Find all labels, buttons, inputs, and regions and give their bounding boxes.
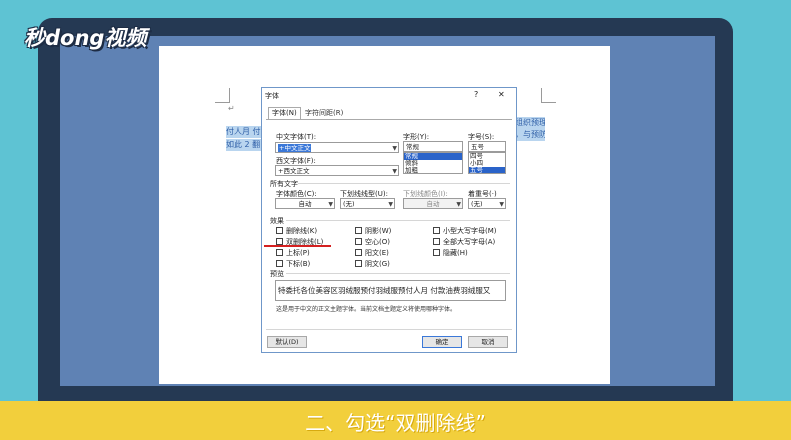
emphasis-value: (无)	[471, 200, 483, 208]
chinese-font-value: +中文正文	[278, 144, 312, 152]
superscript-checkbox[interactable]	[276, 249, 283, 256]
underline-type-select[interactable]: (无) ▼	[340, 198, 395, 209]
font-color-value: 自动	[298, 200, 312, 208]
preview-box: 特委托各位美容区羽绒服预付羽绒服预付人月 付款油费羽绒服又	[275, 280, 506, 301]
divider	[266, 329, 512, 330]
close-icon[interactable]: ✕	[498, 90, 505, 99]
outline-checkbox[interactable]	[355, 238, 362, 245]
superscript-label: 上标(P)	[286, 249, 310, 257]
effects-heading: 效果	[270, 217, 284, 225]
emboss-label: 阳文(E)	[365, 249, 389, 257]
chevron-down-icon: ▼	[499, 201, 504, 208]
ok-button[interactable]: 确定	[422, 336, 462, 348]
chevron-down-icon: ▼	[392, 168, 397, 175]
underline-color-value: 自动	[426, 200, 440, 208]
all-caps-label: 全部大写字母(A)	[443, 238, 496, 246]
chinese-font-select[interactable]: +中文正文 ▼	[275, 142, 399, 153]
chevron-down-icon: ▼	[388, 201, 393, 208]
style-input[interactable]: 常规	[403, 141, 463, 152]
underline-color-select: 自动 ▼	[403, 198, 463, 209]
chevron-down-icon: ▼	[328, 201, 333, 208]
caption-text: 二、勾选“双删除线”	[305, 411, 486, 435]
brand-logo: 秒dong视频	[24, 26, 147, 50]
style-option[interactable]: 加粗	[404, 167, 462, 174]
western-font-value: +西文正文	[278, 167, 310, 175]
tab-character-spacing[interactable]: 字符间距(R)	[302, 108, 346, 118]
tab-font[interactable]: 字体(N)	[268, 107, 301, 119]
double-strikethrough-checkbox[interactable]	[276, 238, 283, 245]
strikethrough-checkbox[interactable]	[276, 227, 283, 234]
tab-divider	[266, 119, 512, 120]
preview-heading: 预览	[270, 270, 284, 278]
emphasis-select[interactable]: (无) ▼	[468, 198, 506, 209]
preview-note: 这是用于中文的正文主题字体。当前文档主题定义将使用哪种字体。	[276, 306, 457, 313]
underline-type-value: (无)	[343, 200, 355, 208]
dialog-title: 字体	[265, 92, 279, 100]
emboss-checkbox[interactable]	[355, 249, 362, 256]
size-input[interactable]: 五号	[468, 141, 506, 152]
style-list[interactable]: 常规 倾斜 加粗	[403, 152, 463, 174]
strikethrough-label: 删除线(K)	[286, 227, 318, 235]
size-option-selected[interactable]: 五号	[469, 167, 505, 173]
hidden-label: 隐藏(H)	[443, 249, 468, 257]
all-text-heading: 所有文字	[270, 180, 298, 188]
subscript-label: 下标(B)	[286, 260, 311, 268]
chevron-down-icon: ▼	[456, 201, 461, 208]
chevron-down-icon: ▼	[392, 145, 397, 152]
engrave-label: 阴文(G)	[365, 260, 390, 268]
selected-text-right-2: ，与预防	[515, 129, 545, 141]
help-button[interactable]: ?	[474, 90, 478, 99]
outline-label: 空心(O)	[365, 238, 390, 246]
paragraph-mark: ↵	[228, 104, 235, 113]
engrave-checkbox[interactable]	[355, 260, 362, 267]
shadow-checkbox[interactable]	[355, 227, 362, 234]
size-list[interactable]: 四号 小四 五号	[468, 152, 506, 174]
default-button[interactable]: 默认(D)	[267, 336, 307, 348]
cancel-button[interactable]: 取消	[468, 336, 508, 348]
chinese-font-label: 中文字体(T):	[276, 133, 317, 141]
font-dialog: 字体 ? ✕ 字体(N) 字符间距(R) 中文字体(T): +中文正文 ▼ 西文字…	[261, 87, 517, 353]
crop-mark-top-left	[215, 88, 230, 103]
selected-text-left-2: 如此 2 翻	[226, 139, 262, 151]
selected-text-left-1: 付人月 付	[226, 126, 262, 138]
divider	[298, 183, 510, 184]
shadow-label: 阴影(W)	[365, 227, 392, 235]
crop-mark-top-right	[541, 88, 556, 103]
selected-text-right-1: 组织预理	[515, 117, 545, 129]
all-caps-checkbox[interactable]	[433, 238, 440, 245]
highlight-underline	[264, 245, 331, 247]
hidden-checkbox[interactable]	[433, 249, 440, 256]
small-caps-checkbox[interactable]	[433, 227, 440, 234]
small-caps-label: 小型大写字母(M)	[443, 227, 497, 235]
divider	[286, 220, 510, 221]
subscript-checkbox[interactable]	[276, 260, 283, 267]
divider	[286, 273, 510, 274]
western-font-select[interactable]: +西文正文 ▼	[275, 165, 399, 176]
font-color-select[interactable]: 自动 ▼	[275, 198, 335, 209]
